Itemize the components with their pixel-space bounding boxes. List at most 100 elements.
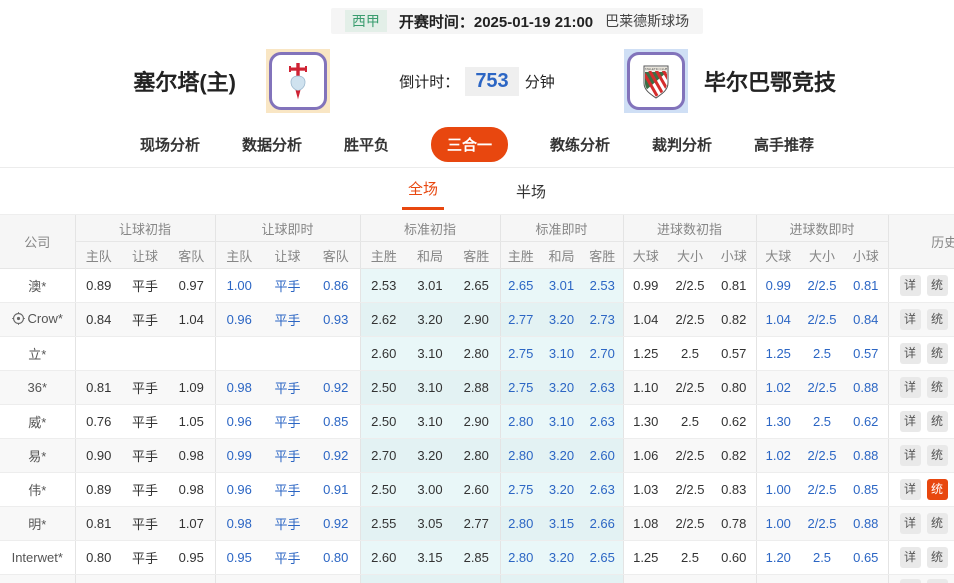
odds-cell: 0.93 [312, 303, 360, 337]
odds-cell [756, 575, 800, 583]
odds-cell: 0.88 [844, 371, 888, 405]
odds-cell: 0.82 [712, 303, 756, 337]
kickoff-label: 开赛时间： [399, 14, 474, 31]
company-name: Crow* [28, 311, 63, 326]
stats-button[interactable]: 统 [927, 411, 948, 432]
odds-cell: 0.96 [215, 303, 263, 337]
company-cell[interactable]: 澳* [0, 269, 75, 303]
stats-button[interactable]: 统 [927, 377, 948, 398]
subcol-header: 小球 [712, 242, 756, 269]
odds-cell: 1.30 [623, 405, 668, 439]
odds-cell: 2.60 [582, 439, 623, 473]
detail-button[interactable]: 详 [900, 479, 921, 500]
tab-win-draw-lose[interactable]: 胜平负 [344, 134, 389, 155]
company-name: 易* [28, 449, 46, 464]
odds-cell: 2.80 [500, 439, 541, 473]
company-cell[interactable]: 易* [0, 439, 75, 473]
odds-cell: 0.85 [844, 473, 888, 507]
stats-button[interactable] [927, 579, 948, 583]
table-row: 澳* 0.89 平手 0.97 1.00 平手 0.86 2.53 3.01 2… [0, 269, 954, 303]
odds-cell: 0.81 [75, 507, 122, 541]
stats-button[interactable]: 统 [927, 309, 948, 330]
detail-button[interactable]: 详 [900, 445, 921, 466]
celta-crest-icon [269, 52, 327, 110]
company-name: 36* [27, 380, 47, 395]
subtab-full-match[interactable]: 全场 [402, 172, 444, 210]
odds-cell: 2.5 [668, 337, 712, 371]
detail-button[interactable]: 详 [900, 513, 921, 534]
company-cell[interactable]: Interwet* [0, 541, 75, 575]
detail-button[interactable]: 详 [900, 377, 921, 398]
detail-button[interactable]: 详 [900, 275, 921, 296]
stats-button[interactable]: 统 [927, 513, 948, 534]
odds-cell: 0.57 [712, 337, 756, 371]
odds-cell: 1.03 [623, 473, 668, 507]
tab-data-analysis[interactable]: 数据分析 [242, 134, 302, 155]
odds-cell [623, 575, 668, 583]
odds-cell: 1.06 [623, 439, 668, 473]
odds-cell: 0.84 [75, 303, 122, 337]
table-row [0, 575, 954, 583]
odds-cell: 2.90 [453, 303, 500, 337]
odds-cell: 平手 [122, 269, 168, 303]
detail-button[interactable] [900, 579, 921, 583]
odds-cell: 平手 [122, 405, 168, 439]
odds-cell: 2/2.5 [668, 473, 712, 507]
company-cell[interactable]: 立* [0, 337, 75, 371]
subcol-header: 主胜 [360, 242, 407, 269]
detail-button[interactable]: 详 [900, 309, 921, 330]
stats-button[interactable]: 统 [927, 275, 948, 296]
stats-button[interactable]: 统 [927, 479, 948, 500]
subcol-header: 主队 [215, 242, 263, 269]
countdown-label: 倒计时： [399, 74, 459, 91]
company-cell[interactable] [0, 575, 75, 583]
odds-cell: 0.91 [312, 473, 360, 507]
tab-coach-analysis[interactable]: 教练分析 [550, 134, 610, 155]
odds-cell: 2.80 [500, 541, 541, 575]
odds-cell: 2/2.5 [668, 439, 712, 473]
stats-button[interactable]: 统 [927, 343, 948, 364]
company-cell[interactable]: 36* [0, 371, 75, 405]
subcol-header: 大小 [800, 242, 844, 269]
history-cell: 详统 [888, 507, 954, 541]
odds-cell: 0.84 [844, 303, 888, 337]
history-cell: 详统 [888, 439, 954, 473]
odds-cell: 2/2.5 [668, 507, 712, 541]
company-cell[interactable]: Crow* [0, 303, 75, 337]
away-team-block: ATHLETIC CLUB 毕尔巴鄂竞技 [624, 49, 954, 113]
tab-referee-analysis[interactable]: 裁判分析 [652, 134, 712, 155]
stats-button[interactable]: 统 [927, 445, 948, 466]
tab-live-analysis[interactable]: 现场分析 [140, 134, 200, 155]
detail-button[interactable]: 详 [900, 343, 921, 364]
tab-three-in-one[interactable]: 三合一 [431, 127, 508, 162]
odds-cell [75, 337, 122, 371]
odds-cell: 0.98 [215, 371, 263, 405]
odds-cell: 3.20 [541, 473, 582, 507]
company-cell[interactable]: 明* [0, 507, 75, 541]
group-header-handicap-live: 让球即时 [215, 215, 360, 242]
odds-cell: 1.05 [168, 405, 215, 439]
odds-cell: 1.04 [756, 303, 800, 337]
odds-cell: 0.92 [312, 371, 360, 405]
kickoff-value: 2025-01-19 21:00 [474, 14, 593, 31]
subtab-half-match[interactable]: 半场 [510, 175, 552, 210]
odds-cell: 0.83 [712, 473, 756, 507]
odds-cell: 2.70 [360, 439, 407, 473]
company-cell[interactable]: 威* [0, 405, 75, 439]
odds-cell: 3.20 [541, 371, 582, 405]
odds-cell [168, 337, 215, 371]
odds-cell: 3.10 [407, 337, 453, 371]
odds-cell [500, 575, 541, 583]
table-row: 伟* 0.89 平手 0.98 0.96 平手 0.91 2.50 3.00 2… [0, 473, 954, 507]
detail-button[interactable]: 详 [900, 547, 921, 568]
odds-cell [312, 575, 360, 583]
odds-cell: 0.65 [844, 541, 888, 575]
odds-cell [407, 575, 453, 583]
odds-cell: 0.96 [215, 405, 263, 439]
detail-button[interactable]: 详 [900, 411, 921, 432]
company-name: 立* [28, 347, 46, 362]
tab-expert-picks[interactable]: 高手推荐 [754, 134, 814, 155]
odds-cell: 平手 [263, 541, 312, 575]
stats-button[interactable]: 统 [927, 547, 948, 568]
company-cell[interactable]: 伟* [0, 473, 75, 507]
